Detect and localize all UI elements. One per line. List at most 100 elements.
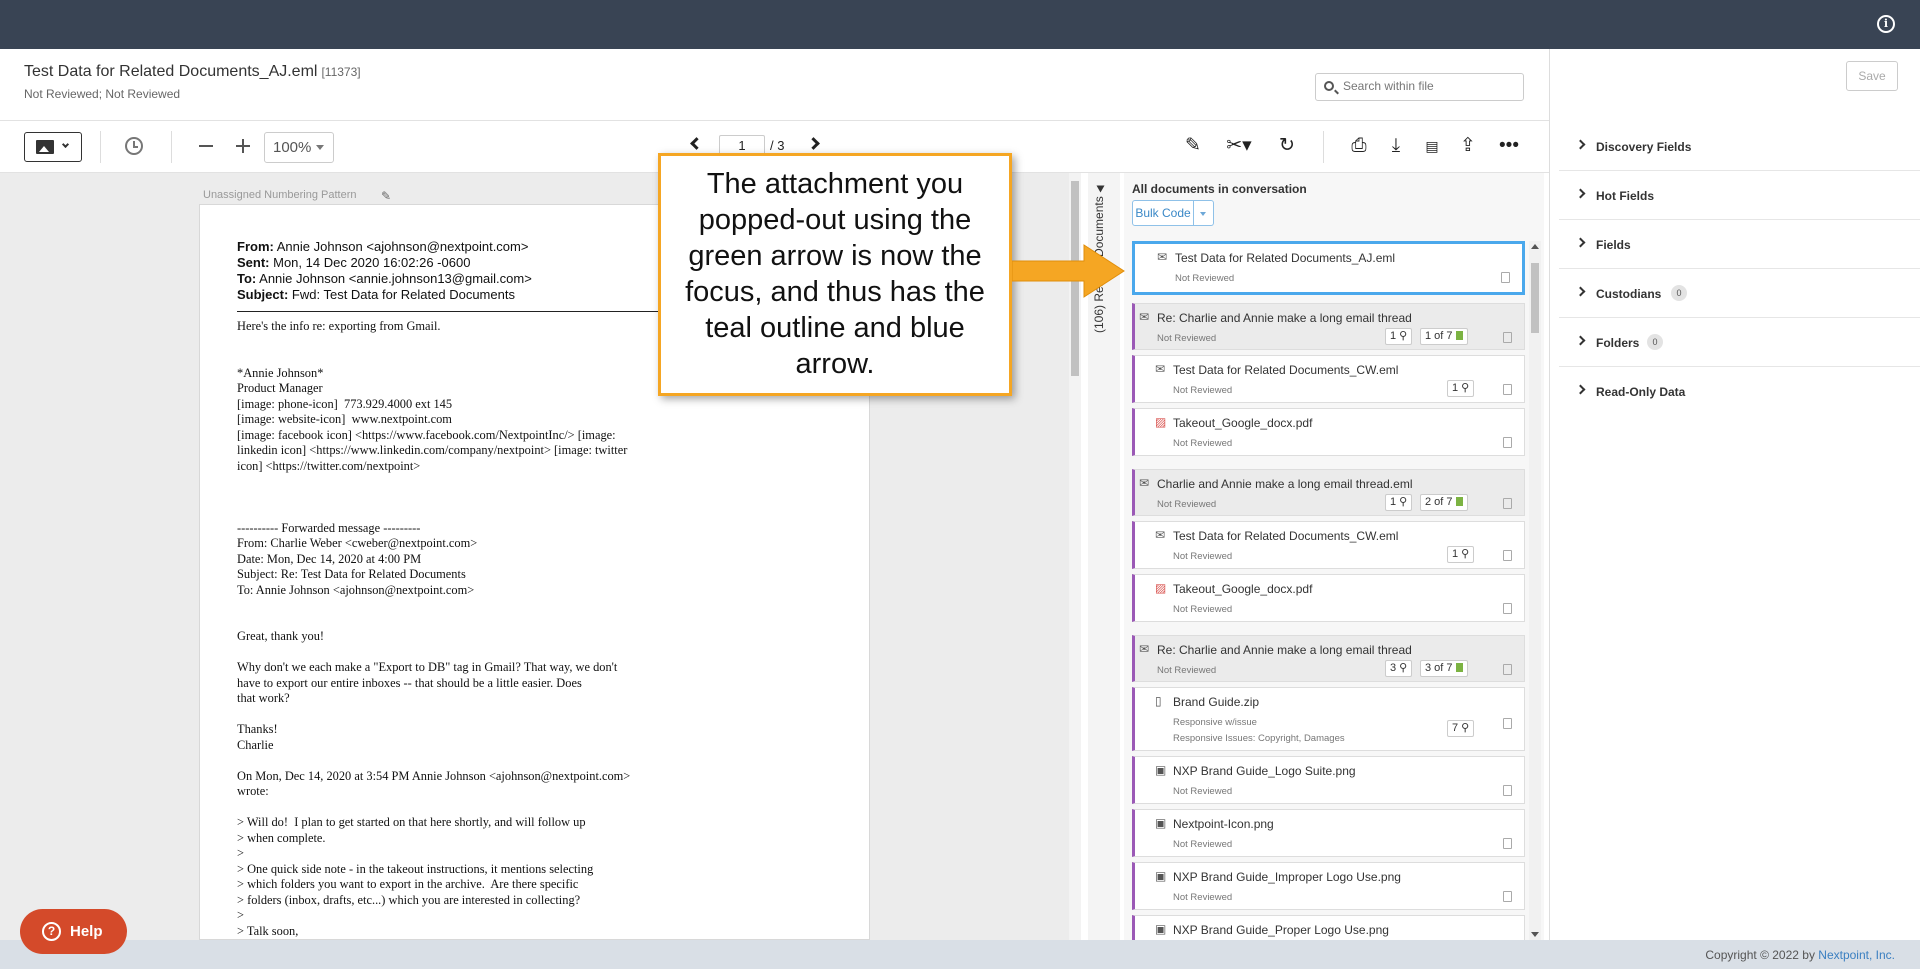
zoom-in-icon[interactable] bbox=[236, 139, 250, 153]
company-link[interactable]: Nextpoint, Inc. bbox=[1818, 948, 1895, 962]
copy-icon[interactable] bbox=[1503, 838, 1512, 849]
document-name[interactable]: Takeout_Google_docx.pdf bbox=[1173, 582, 1312, 596]
help-button[interactable]: ? Help bbox=[20, 909, 127, 954]
copy-icon[interactable] bbox=[1503, 498, 1512, 509]
email-body-line: > Will do! I plan to get started on that… bbox=[237, 815, 586, 829]
view-mode-dropdown[interactable] bbox=[24, 132, 82, 162]
document-name[interactable]: Test Data for Related Documents_CW.eml bbox=[1173, 529, 1398, 543]
attachment-count-badge[interactable]: 1 ⚲ bbox=[1447, 380, 1475, 397]
document-name[interactable]: Takeout_Google_docx.pdf bbox=[1173, 416, 1312, 430]
print-icon[interactable]: ⎙ bbox=[1347, 134, 1371, 158]
zoom-out-icon[interactable] bbox=[199, 145, 213, 147]
save-button[interactable]: Save bbox=[1846, 61, 1898, 91]
search-within-file[interactable] bbox=[1315, 73, 1524, 101]
copy-icon[interactable] bbox=[1503, 785, 1512, 796]
thread-position-badge[interactable]: 2 of 7 bbox=[1420, 494, 1468, 511]
attachment-count-badge[interactable]: 1 ⚲ bbox=[1385, 328, 1413, 345]
search-input[interactable] bbox=[1343, 79, 1518, 93]
copy-icon[interactable] bbox=[1503, 664, 1512, 675]
related-document-card[interactable]: ▯ Brand Guide.zip Responsive w/issue Respon… bbox=[1132, 687, 1525, 751]
count-badge: 0 bbox=[1671, 285, 1687, 301]
document-name[interactable]: NXP Brand Guide_Improper Logo Use.png bbox=[1173, 870, 1401, 884]
from-label: From: bbox=[237, 239, 274, 254]
collapse-arrow-icon[interactable] bbox=[1096, 185, 1105, 193]
copy-icon[interactable] bbox=[1503, 891, 1512, 902]
subject-label: Subject: bbox=[237, 287, 289, 302]
scroll-down-icon[interactable] bbox=[1531, 932, 1539, 937]
attachment-count-badge[interactable]: 7 ⚲ bbox=[1447, 720, 1475, 737]
zoom-value: 100% bbox=[273, 139, 312, 156]
email-thread-icon: ✉ bbox=[1155, 362, 1166, 376]
attachment-count-badge[interactable]: 1 ⚲ bbox=[1447, 546, 1475, 563]
related-document-card[interactable]: ✉ Charlie and Annie make a long email thr… bbox=[1132, 469, 1525, 516]
related-document-card[interactable]: ▣ NXP Brand Guide_Logo Suite.png Not Revie… bbox=[1132, 756, 1525, 804]
document-name[interactable]: Re: Charlie and Annie make a long email … bbox=[1157, 643, 1412, 657]
document-name[interactable]: Brand Guide.zip bbox=[1173, 695, 1259, 709]
related-document-card[interactable]: ▣ NXP Brand Guide_Improper Logo Use.png No… bbox=[1132, 862, 1525, 910]
next-page-icon[interactable] bbox=[807, 137, 820, 150]
copy-icon[interactable] bbox=[1503, 384, 1512, 395]
related-documents-list: ✉ Test Data for Related Documents_AJ.eml N… bbox=[1132, 241, 1525, 940]
history-clock-icon[interactable] bbox=[125, 137, 143, 155]
email-body-line: From: Charlie Weber <cweber@nextpoint.co… bbox=[237, 536, 478, 550]
paperclip-icon: ⚲ bbox=[1458, 548, 1470, 560]
redact-scissors-icon[interactable]: ✂▾ bbox=[1222, 134, 1256, 158]
email-body-line: have to export our entire inboxes -- tha… bbox=[237, 675, 582, 690]
info-icon[interactable]: i bbox=[1877, 15, 1895, 33]
pencil-icon[interactable]: ✎ bbox=[381, 189, 391, 203]
copy-icon[interactable] bbox=[1503, 437, 1512, 448]
related-document-card[interactable]: ✉ Re: Charlie and Annie make a long email… bbox=[1132, 303, 1525, 350]
related-document-card[interactable]: ✉ Re: Charlie and Annie make a long email… bbox=[1132, 635, 1525, 682]
document-name[interactable]: Test Data for Related Documents_AJ.eml bbox=[1175, 251, 1395, 265]
document-name[interactable]: Test Data for Related Documents_CW.eml bbox=[1173, 363, 1398, 377]
related-document-card[interactable]: ▣ NXP Brand Guide_Proper Logo Use.png bbox=[1132, 915, 1525, 940]
document-name[interactable]: Re: Charlie and Annie make a long email … bbox=[1157, 311, 1412, 325]
related-document-card[interactable]: ✉ Test Data for Related Documents_AJ.eml N… bbox=[1132, 241, 1525, 295]
email-body-line: To: Annie Johnson <ajohnson@nextpoint.co… bbox=[237, 582, 475, 597]
related-document-card[interactable]: ▨ Takeout_Google_docx.pdf Not Reviewed bbox=[1132, 574, 1525, 622]
copy-icon[interactable] bbox=[1503, 603, 1512, 614]
document-id: [11373] bbox=[321, 65, 361, 79]
related-document-card[interactable]: ▣ Nextpoint-Icon.png Not Reviewed bbox=[1132, 809, 1525, 857]
thread-position: 3 of 7 bbox=[1425, 662, 1453, 674]
pdf-icon[interactable]: ▤ bbox=[1420, 134, 1444, 158]
copy-icon[interactable] bbox=[1503, 332, 1512, 343]
section-custodians[interactable]: Custodians 0 bbox=[1559, 269, 1920, 318]
edit-icon[interactable]: ✎ bbox=[1181, 134, 1205, 158]
copy-icon[interactable] bbox=[1501, 272, 1510, 283]
refresh-icon[interactable]: ↻ bbox=[1275, 134, 1299, 158]
section-discovery-fields[interactable]: Discovery Fields bbox=[1559, 122, 1920, 171]
document-name[interactable]: Nextpoint-Icon.png bbox=[1173, 817, 1274, 831]
email-body-line: Date: Mon, Dec 14, 2020 at 4:00 PM bbox=[237, 551, 422, 566]
scroll-up-icon[interactable] bbox=[1531, 244, 1539, 249]
section-hot-fields[interactable]: Hot Fields bbox=[1559, 171, 1920, 220]
thread-position-badge[interactable]: 1 of 7 bbox=[1420, 328, 1468, 345]
download-icon[interactable]: ⤓ bbox=[1384, 134, 1408, 158]
document-name[interactable]: NXP Brand Guide_Proper Logo Use.png bbox=[1173, 923, 1389, 937]
attachment-count-badge[interactable]: 1 ⚲ bbox=[1385, 494, 1413, 511]
more-options-icon[interactable]: ••• bbox=[1497, 134, 1521, 158]
previous-page-icon[interactable] bbox=[690, 137, 703, 150]
share-icon[interactable]: ⇪ bbox=[1456, 134, 1480, 158]
section-fields[interactable]: Fields bbox=[1559, 220, 1920, 269]
copy-icon[interactable] bbox=[1503, 550, 1512, 561]
image-icon: ▣ bbox=[1155, 763, 1167, 777]
attachment-count-badge[interactable]: 3 ⚲ bbox=[1385, 660, 1413, 677]
thread-position-badge[interactable]: 3 of 7 bbox=[1420, 660, 1468, 677]
email-body-line: Thanks! bbox=[237, 722, 278, 736]
email-body-line: [image: phone-icon] 773.929.4000 ext 145 bbox=[237, 396, 453, 411]
related-document-card[interactable]: ✉ Test Data for Related Documents_CW.eml N… bbox=[1132, 355, 1525, 403]
bulk-code-button[interactable]: Bulk Code bbox=[1132, 200, 1194, 226]
chevron-right-icon bbox=[1575, 286, 1586, 297]
copy-icon[interactable] bbox=[1503, 718, 1512, 729]
section-read-only-data[interactable]: Read-Only Data bbox=[1559, 367, 1920, 416]
related-document-card[interactable]: ▨ Takeout_Google_docx.pdf Not Reviewed bbox=[1132, 408, 1525, 456]
document-name[interactable]: Charlie and Annie make a long email thre… bbox=[1157, 477, 1412, 491]
related-scrollbar[interactable] bbox=[1529, 241, 1541, 940]
zoom-select[interactable]: 100% bbox=[264, 132, 334, 163]
scrollbar-thumb[interactable] bbox=[1531, 263, 1539, 333]
related-document-card[interactable]: ✉ Test Data for Related Documents_CW.eml N… bbox=[1132, 521, 1525, 569]
bulk-code-dropdown[interactable] bbox=[1194, 200, 1214, 226]
section-folders[interactable]: Folders 0 bbox=[1559, 318, 1920, 367]
document-name[interactable]: NXP Brand Guide_Logo Suite.png bbox=[1173, 764, 1356, 778]
